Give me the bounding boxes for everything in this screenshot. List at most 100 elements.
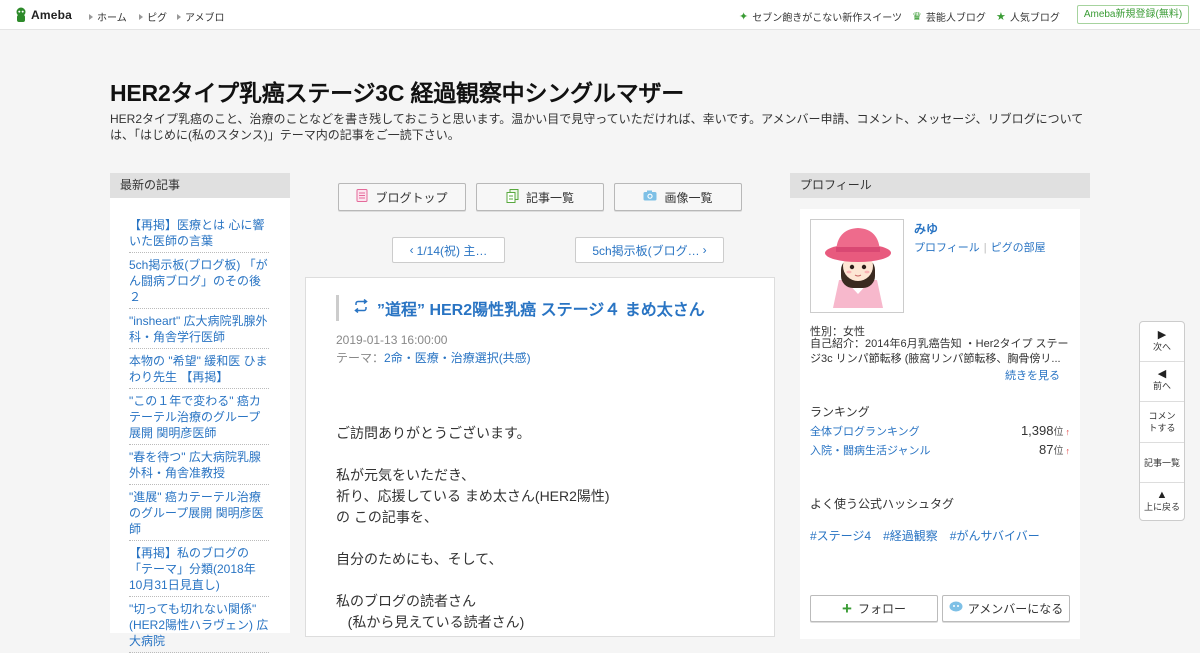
amember-label: アメンバーになる: [967, 602, 1064, 616]
avatar[interactable]: [810, 219, 904, 313]
sidenav-list-button[interactable]: 記事一覧: [1140, 457, 1184, 469]
divider: [1140, 401, 1184, 402]
recent-articles-list: 【再掲】医療とは 心に響いた医師の言葉 5ch掲示板(ブログ板) 「がん闘病ブロ…: [129, 213, 269, 653]
tab-image-list[interactable]: 画像一覧: [614, 183, 742, 211]
hashtag-link[interactable]: #経過観察: [883, 527, 938, 544]
sidenav-top-label: 上に戻る: [1143, 502, 1180, 512]
play-right-icon: ▶: [1157, 329, 1167, 341]
ranking-value: 1,398: [1020, 423, 1054, 438]
notebook-icon: [356, 189, 368, 205]
profile-heading: プロフィール: [790, 173, 1090, 198]
sidenav-comment-label: コメントする: [1148, 411, 1176, 433]
pig-room-link[interactable]: ピグの部屋: [991, 242, 1046, 254]
hashtag-heading: よく使う公式ハッシュタグ: [810, 497, 955, 511]
article-title[interactable]: ”道程” HER2陽性乳癌 ステージ４ まめ太さん: [377, 296, 705, 320]
article-paragraph: ご訪問ありがとうございます。: [336, 425, 531, 441]
tab-article-list[interactable]: 記事一覧: [476, 183, 604, 211]
hashtag-list: #ステージ4 #経過観察 #がんサバイバー: [810, 527, 1040, 544]
amember-icon: [949, 601, 963, 616]
triangle-right-icon: [139, 14, 143, 20]
link-popular-blog[interactable]: ★ 人気ブログ: [996, 9, 1060, 24]
article-paragraph: 私が元気をいただき、: [336, 467, 476, 483]
nav-pig[interactable]: ピグ: [139, 9, 167, 24]
link-separator: |: [983, 242, 987, 254]
article-paragraph: の この記事を、: [336, 509, 438, 525]
recent-article-link[interactable]: "切っても切れない関係" (HER2陽性ハラヴェン) 広大病院: [129, 597, 269, 653]
profile-more-link[interactable]: 続きを見る: [1005, 367, 1060, 383]
ameba-logo[interactable]: Ameba: [14, 7, 72, 23]
link-celebrity-blog[interactable]: ♛ 芸能人ブログ: [912, 9, 986, 24]
article-theme-link[interactable]: 2命・医療・治療選択(共感): [384, 351, 531, 365]
follow-button[interactable]: + フォロー: [810, 595, 938, 622]
ranking-row: 全体ブログランキング 1,398位 ↑: [810, 423, 1070, 439]
sidenav-top-button[interactable]: ▲ 上に戻る: [1140, 489, 1184, 513]
recent-article-link[interactable]: 【再掲】私のブログの「テーマ」分類(2018年10月31日見直し): [129, 541, 269, 597]
global-header: Ameba ホーム ピグ アメブロ ✦ セブン飽きがこない新作スイーツ ♛ 芸能人ブ…: [0, 0, 1200, 30]
ranking-value: 87: [1039, 442, 1054, 457]
signup-button[interactable]: Ameba新規登録(無料): [1077, 5, 1189, 24]
sparkle-icon: ✦: [739, 10, 749, 23]
plus-icon: +: [842, 598, 852, 618]
sidenav-prev-label: 前へ: [1152, 381, 1171, 391]
blog-title[interactable]: HER2タイプ乳癌ステージ3C 経過観察中シングルマザー: [110, 74, 684, 108]
hashtag-link[interactable]: #がんサバイバー: [950, 527, 1040, 544]
ranking-name[interactable]: 入院・闘病生活ジャンル: [810, 442, 930, 458]
divider: [1140, 361, 1184, 362]
rank-up-arrow-icon: ↑: [1065, 427, 1071, 437]
article-paragraph: ​: [336, 528, 756, 549]
recent-article-link[interactable]: "この１年で変わる" 癌カテーテル治療のグループ展開 関明彦医師: [129, 389, 269, 445]
hashtag-link[interactable]: #ステージ4: [810, 527, 871, 544]
main-content: ブログトップ 記事一覧 画像一覧 ‹ 1/14(祝) 主… 5ch掲示板(ブログ……: [305, 173, 775, 637]
divider: [1140, 482, 1184, 483]
recent-article-link[interactable]: 本物の "希望" 緩和医 ひまわり先生 【再掲】: [129, 349, 269, 389]
link-sweets-label: セブン飽きがこない新作スイーツ: [752, 13, 903, 24]
recent-articles-heading: 最新の記事: [110, 173, 290, 198]
sidenav-next-button[interactable]: ▶ 次へ: [1140, 329, 1184, 353]
recent-article-link[interactable]: 5ch掲示板(ブログ板) 「がん闘病ブログ」のその後２: [129, 253, 269, 309]
chevron-left-icon: ‹: [409, 243, 414, 257]
recent-articles-panel: 最新の記事 【再掲】医療とは 心に響いた医師の言葉 5ch掲示板(ブログ板) 「…: [110, 173, 290, 653]
nav-home[interactable]: ホーム: [89, 9, 127, 24]
divider: [1140, 442, 1184, 443]
nav-ameblo[interactable]: アメブロ: [177, 9, 225, 24]
sidenav-prev-button[interactable]: ◀ 前へ: [1140, 368, 1184, 392]
prev-article-link[interactable]: ‹ 1/14(祝) 主…: [392, 237, 505, 263]
sidenav-comment-button[interactable]: コメントする: [1140, 410, 1184, 434]
profile-name[interactable]: みゆ: [914, 220, 938, 237]
tab-blog-top[interactable]: ブログトップ: [338, 183, 466, 211]
link-popular-blog-label: 人気ブログ: [1009, 13, 1060, 24]
sidenav-list-label: 記事一覧: [1143, 458, 1180, 468]
link-celebrity-blog-label: 芸能人ブログ: [925, 13, 986, 24]
profile-links: プロフィール | ピグの部屋: [914, 239, 1046, 255]
documents-icon: [506, 188, 519, 206]
article-body: ご訪問ありがとうございます。 ​ 私が元気をいただき、 祈り、応援している まめ…: [336, 423, 756, 633]
chevron-right-icon: ›: [702, 243, 707, 257]
follow-label: フォロー: [857, 602, 906, 616]
article-paragraph: 私のブログの読者さん: [336, 593, 476, 609]
floating-side-nav: ▶ 次へ ◀ 前へ コメントする 記事一覧 ▲ 上に戻る: [1139, 321, 1185, 521]
tab-image-list-label: 画像一覧: [664, 190, 713, 205]
article: ”道程” HER2陽性乳癌 ステージ４ まめ太さん 2019-01-13 16:…: [305, 277, 775, 637]
ranking-name[interactable]: 全体ブログランキング: [810, 423, 920, 439]
article-date: 2019-01-13 16:00:00: [336, 333, 448, 347]
nav-home-label: ホーム: [97, 13, 127, 24]
recent-article-link[interactable]: "進展" 癌カテーテル治療のグループ展開 関明彦医師: [129, 485, 269, 541]
ameba-mascot-icon: [14, 7, 28, 23]
profile-card: みゆ プロフィール | ピグの部屋 性別：女性 自己紹介：2014年6月乳癌告知 ・…: [800, 209, 1080, 639]
prev-article-label: 1/14(祝) 主…: [416, 243, 488, 258]
recent-article-link[interactable]: "春を待つ" 広大病院乳腺外科・角舎准教授: [129, 445, 269, 485]
profile-link[interactable]: プロフィール: [914, 242, 980, 254]
profile-panel: プロフィール みゆ プロフィール | ピグの部屋 性別：女性 自己紹介：2014年6: [790, 173, 1090, 639]
recent-article-link[interactable]: "insheart" 広大病院乳腺外科・角舎学行医師: [129, 309, 269, 349]
article-theme-label: テーマ：: [336, 351, 385, 365]
article-theme: テーマ：2命・医療・治療選択(共感): [336, 349, 531, 366]
ranking-row: 入院・闘病生活ジャンル 87位 ↑: [810, 442, 1070, 458]
profile-intro: 自己紹介：2014年6月乳癌告知 ・Her2タイプ ステージ3c リンパ節転移 …: [810, 338, 1069, 365]
star-icon: ★: [996, 10, 1006, 23]
recent-article-link[interactable]: 【再掲】医療とは 心に響いた医師の言葉: [129, 213, 269, 253]
play-up-icon: ▲: [1156, 489, 1168, 501]
link-sweets[interactable]: ✦ セブン飽きがこない新作スイーツ: [739, 9, 902, 24]
logo-text: Ameba: [31, 8, 73, 22]
amember-button[interactable]: アメンバーになる: [942, 595, 1070, 622]
next-article-link[interactable]: 5ch掲示板(ブログ… ›: [575, 237, 724, 263]
